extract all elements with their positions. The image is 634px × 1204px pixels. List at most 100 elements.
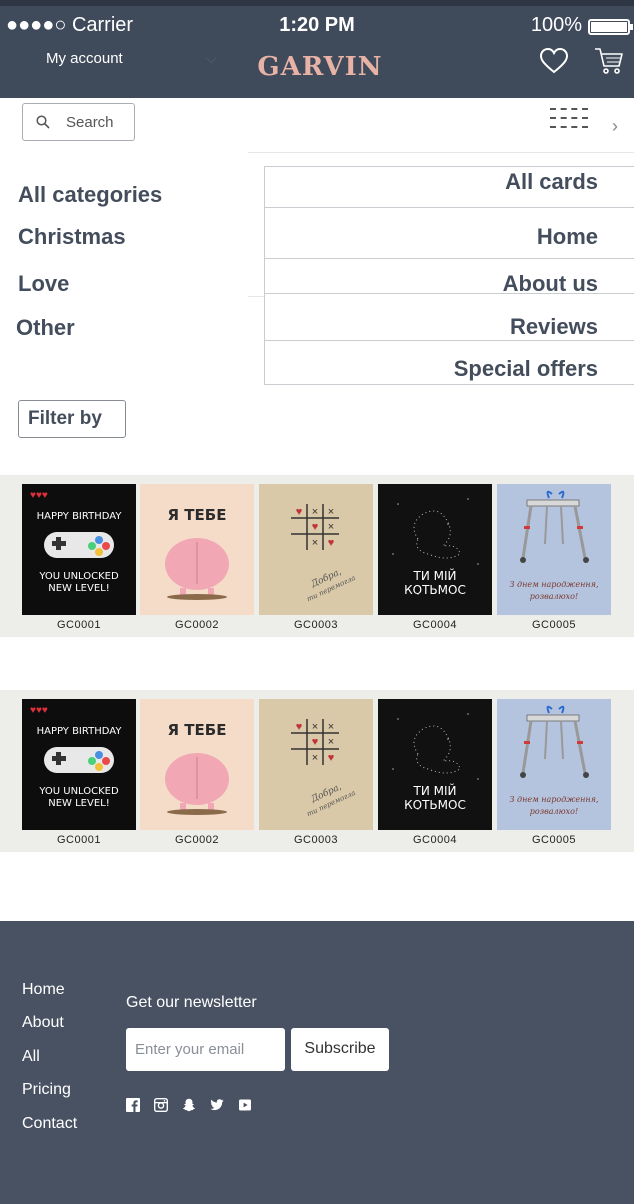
svg-text:♥♥♥: ♥♥♥ [30,705,48,716]
card-text: HAPPY BIRTHDAY [37,511,123,522]
card-text: КОТЬМОС [404,798,466,812]
card-image: Я ТЕБЕ [165,721,229,815]
card-image: Я ТЕБЕ [165,506,229,600]
category-love[interactable]: Love [18,271,69,297]
filter-button[interactable]: Filter by [18,400,126,438]
svg-text:×: × [328,521,334,533]
category-all[interactable]: All categories [18,182,162,208]
nav-special-offers[interactable]: Special offers [454,356,598,382]
card-text: HAPPY BIRTHDAY [37,726,123,737]
divider [265,258,634,259]
nav-home[interactable]: Home [537,224,598,250]
card-code: GC0002 [175,619,219,631]
facebook-icon[interactable] [126,1098,140,1112]
category-other[interactable]: Other [16,315,75,341]
card-code: GC0002 [175,834,219,846]
card-text: ТИ МІЙ [413,783,457,798]
svg-text:×: × [328,721,334,733]
card-gc0004[interactable]: ТИ МІЙ КОТЬМОС [378,484,492,615]
brand-logo[interactable]: GARVIN [0,52,634,82]
card-text: YOU UNLOCKED [38,571,119,582]
cart-icon[interactable] [594,46,624,76]
svg-text:♥♥♥: ♥♥♥ [30,490,48,501]
svg-text:×: × [312,506,318,518]
svg-text:×: × [312,537,318,549]
card-text: розвалюхо! [530,592,578,601]
menu-icon[interactable] [550,108,590,138]
card-text: розвалюхо! [530,807,578,816]
footer-link-all[interactable]: All [22,1048,40,1066]
card-gc0003[interactable]: ♥ × × ♥ × × ♥ Добра, ти перемогла [259,699,373,830]
nav-reviews[interactable]: Reviews [510,314,598,340]
card-gc0004[interactable]: ТИ МІЙ КОТЬМОС [378,699,492,830]
card-text: NEW LEVEL! [48,583,110,594]
card-image: ♥ × × ♥ × × ♥ Добра, ти перемогла [291,504,357,603]
card-image: ♥♥♥ HAPPY BIRTHDAY YOU UNLOCKED NEW LEVE… [30,705,123,809]
card-code: GC0003 [294,619,338,631]
newsletter-heading: Get our newsletter [126,994,257,1011]
footer: Home About All Pricing Contact Get our n… [0,921,634,1204]
card-text: З днем народження, [509,580,598,589]
card-code: GC0004 [413,619,457,631]
nav-panel: All cards Home About us Reviews Special … [264,166,634,385]
card-image: З днем народження, розвалюхо! [509,490,599,601]
divider [265,340,634,341]
card-strip: ♥♥♥ HAPPY BIRTHDAY YOU UNLOCKED NEW LEVE… [0,475,634,637]
card-text: ТИ МІЙ [413,568,457,583]
card-text: КОТЬМОС [404,583,466,597]
email-field[interactable] [126,1028,285,1071]
card-gc0003[interactable]: ♥ × × ♥ × × ♥ Добра, ти перемогла [259,484,373,615]
youtube-icon[interactable] [238,1098,252,1112]
status-bar: ●●●●○ Carrier 1:20 PM 100% [0,10,634,40]
card-image: З днем народження, розвалюхо! [509,705,599,816]
svg-text:♥: ♥ [296,506,303,518]
card-code: GC0005 [532,619,576,631]
svg-text:×: × [328,736,334,748]
top-bar: ●●●●○ Carrier 1:20 PM 100% My account ⌵ … [0,0,634,98]
twitter-icon[interactable] [210,1098,224,1112]
card-gc0001[interactable]: ♥♥♥ HAPPY BIRTHDAY YOU UNLOCKED NEW LEVE… [22,699,136,830]
svg-text:×: × [312,721,318,733]
footer-link-pricing[interactable]: Pricing [22,1081,71,1099]
card-text: З днем народження, [509,795,598,804]
card-gc0001[interactable]: ♥♥♥ HAPPY BIRTHDAY YOU UNLOCKED NEW LEVE… [22,484,136,615]
card-text: Я ТЕБЕ [168,506,227,524]
instagram-icon[interactable] [154,1098,168,1112]
footer-link-home[interactable]: Home [22,981,65,999]
card-gc0002[interactable]: Я ТЕБЕ [140,484,254,615]
card-gc0005[interactable]: З днем народження, розвалюхо! [497,484,611,615]
subscribe-button[interactable]: Subscribe [291,1028,389,1071]
card-code: GC0005 [532,834,576,846]
svg-text:♥: ♥ [296,721,303,733]
nav-all-cards[interactable]: All cards [505,169,598,195]
category-christmas[interactable]: Christmas [18,224,126,250]
card-image: ТИ МІЙ КОТЬМОС [392,498,479,597]
divider [265,207,634,208]
svg-text:×: × [328,506,334,518]
svg-text:♥: ♥ [312,736,319,748]
heart-icon[interactable] [540,48,568,74]
divider [248,152,634,153]
card-gc0002[interactable]: Я ТЕБЕ [140,699,254,830]
battery-icon [588,19,633,35]
card-image: ♥ × × ♥ × × ♥ Добра, ти перемогла [291,719,357,818]
svg-text:×: × [312,752,318,764]
chevron-right-icon[interactable]: › [612,116,618,137]
svg-text:♥: ♥ [312,521,319,533]
search-input[interactable]: Search [22,103,135,141]
card-image: ТИ МІЙ КОТЬМОС [392,713,479,812]
card-strip: ♥♥♥ HAPPY BIRTHDAY YOU UNLOCKED NEW LEVE… [0,690,634,852]
divider [265,293,634,294]
card-image: ♥♥♥ HAPPY BIRTHDAY YOU UNLOCKED NEW LEVE… [30,490,123,594]
search-icon [36,115,50,129]
card-text: YOU UNLOCKED [38,786,119,797]
card-text: NEW LEVEL! [48,798,110,809]
snapchat-icon[interactable] [182,1098,196,1112]
card-gc0005[interactable]: З днем народження, розвалюхо! [497,699,611,830]
card-code: GC0001 [57,834,101,846]
search-placeholder: Search [66,114,114,131]
footer-link-contact[interactable]: Contact [22,1115,77,1133]
card-text: Я ТЕБЕ [168,721,227,739]
card-code: GC0001 [57,619,101,631]
footer-link-about[interactable]: About [22,1014,64,1032]
